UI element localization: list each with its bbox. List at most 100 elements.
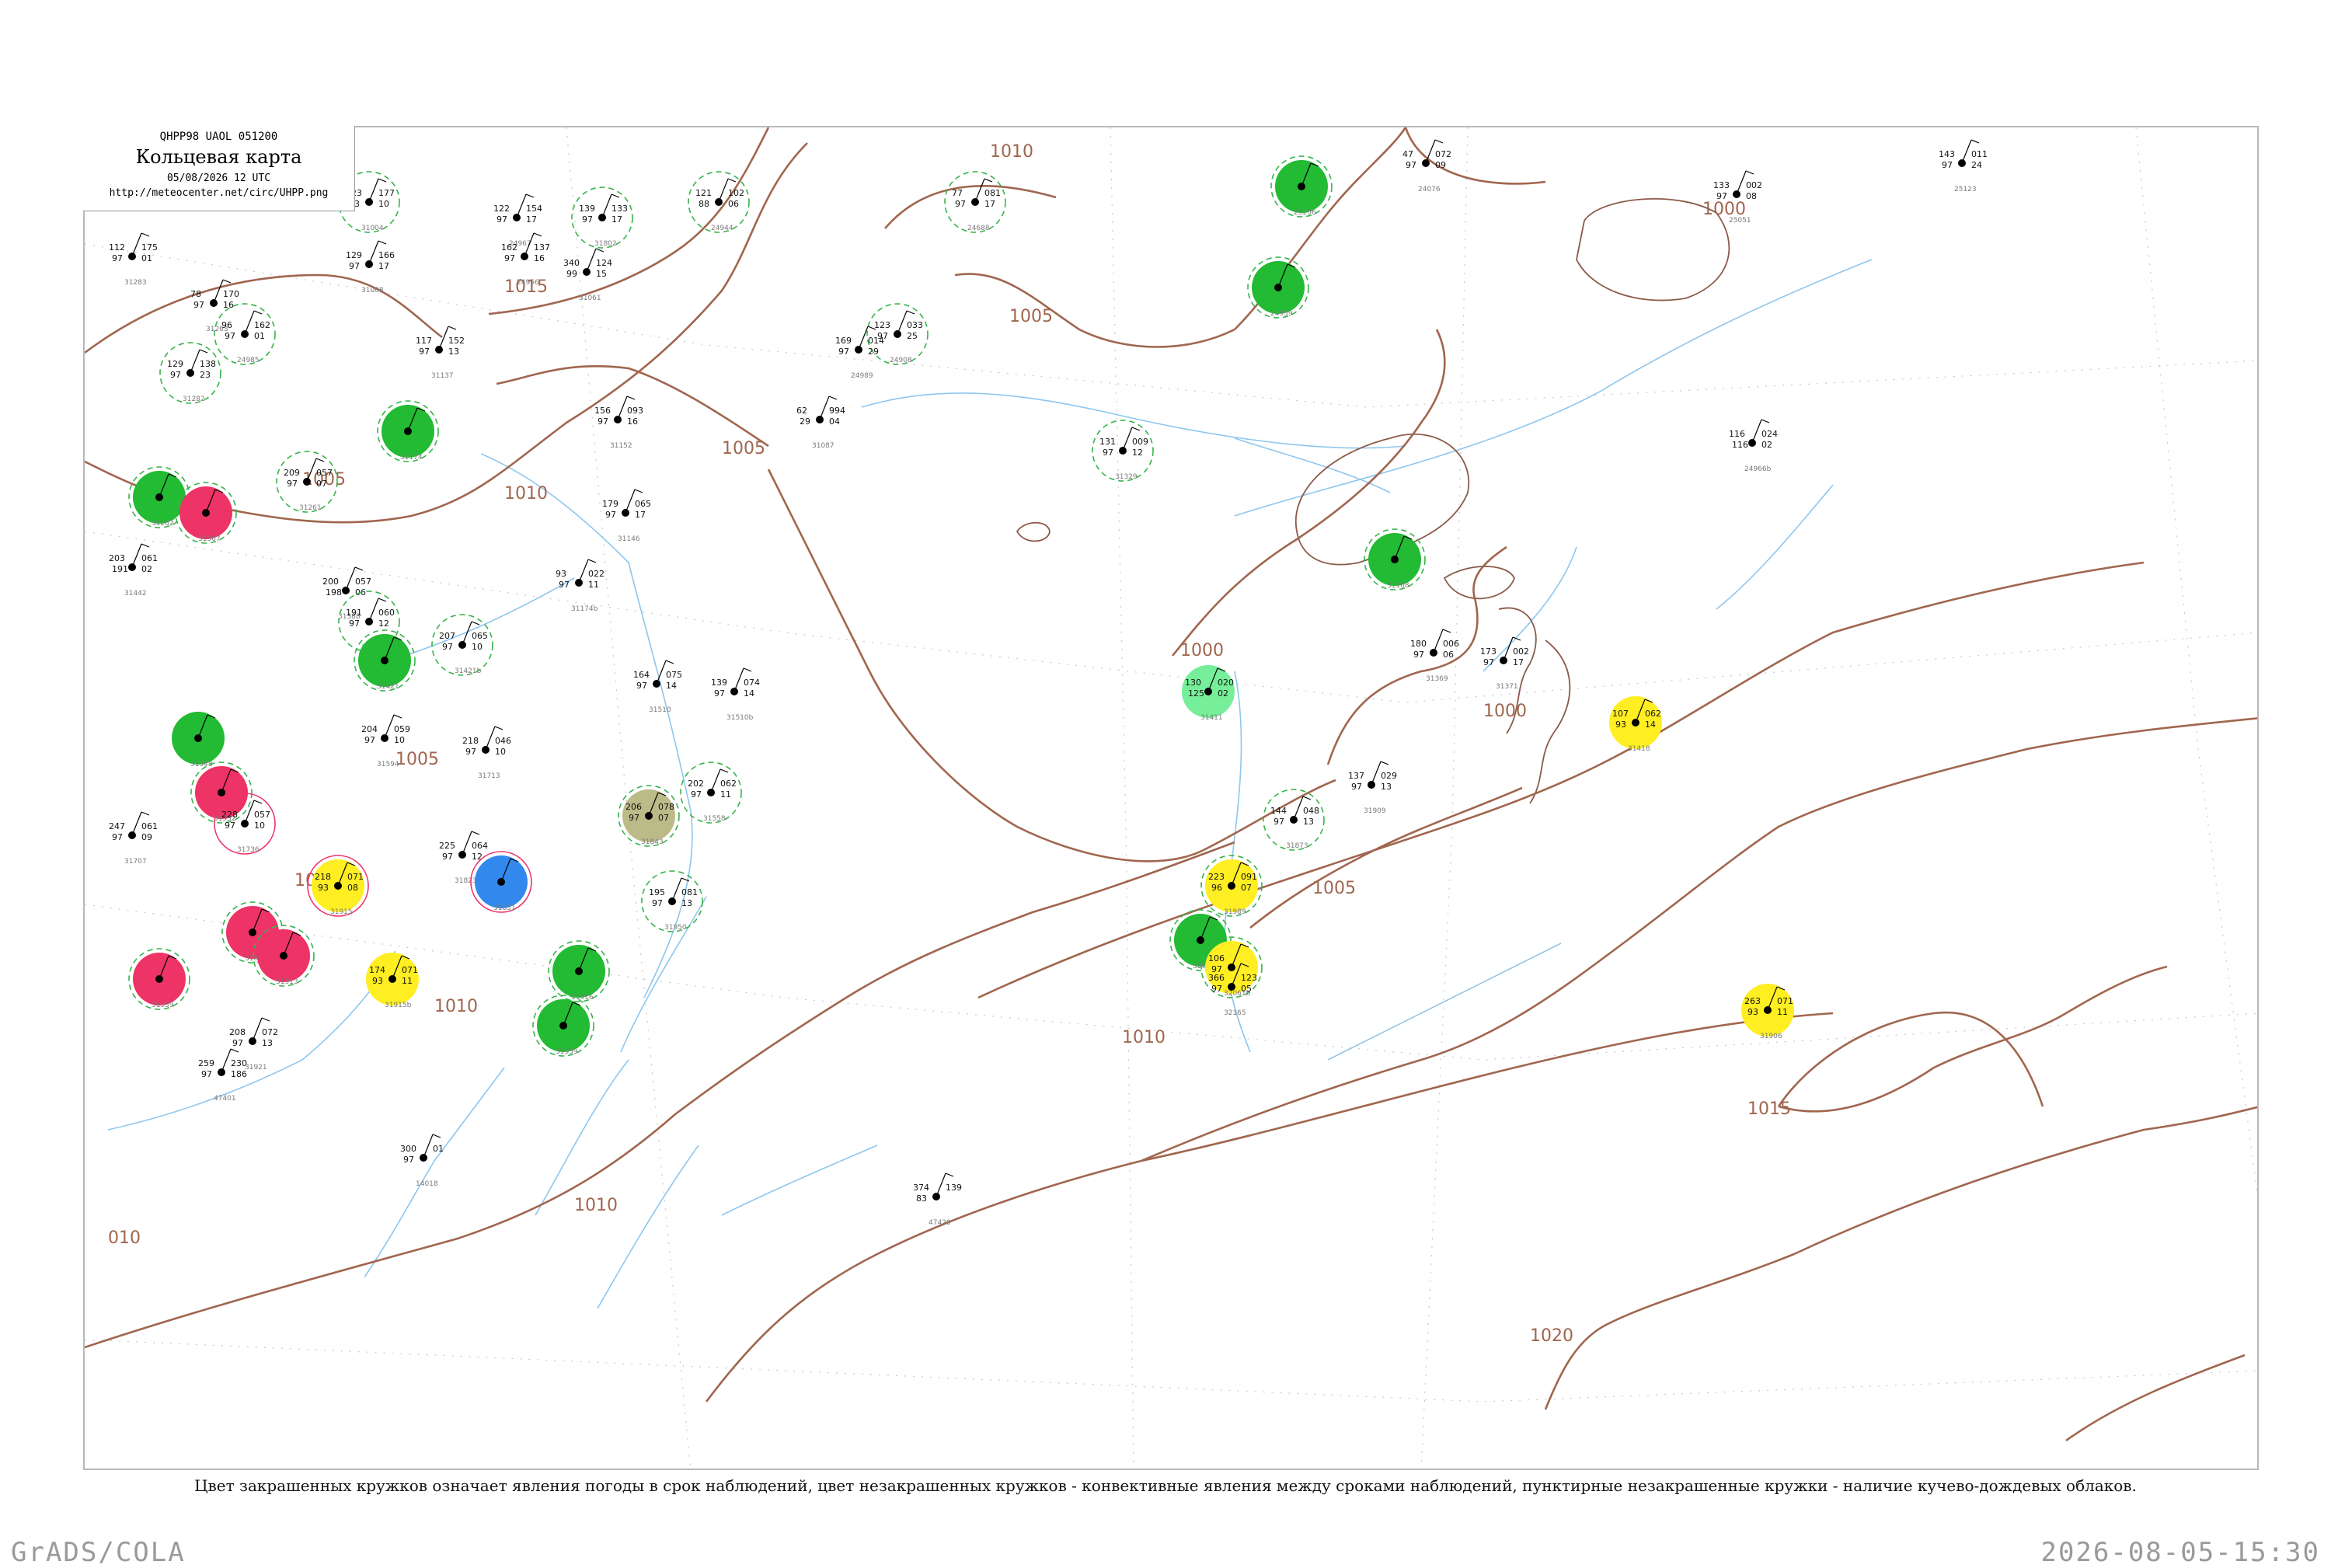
station-id: 31510b bbox=[726, 714, 754, 722]
station-31348[interactable]: 31348 bbox=[172, 712, 225, 768]
station-31873[interactable]: 14497 04813 31873 bbox=[1263, 789, 1325, 851]
station-24985[interactable]: 9697 16201 24985 bbox=[214, 303, 276, 365]
station-id: 31906 bbox=[1760, 1033, 1782, 1040]
wind-barb bbox=[1425, 139, 1436, 164]
station-dewpoint: 97 bbox=[691, 789, 702, 800]
station-24959[interactable]: 24959 bbox=[1247, 256, 1309, 319]
wind-barb bbox=[213, 279, 224, 304]
station-31421b[interactable]: 20797 06510 31421b bbox=[431, 614, 493, 676]
station-pressure: 175 bbox=[141, 242, 158, 253]
wind-barb bbox=[819, 395, 830, 420]
station-id: 31329 bbox=[1115, 473, 1138, 481]
station-31831[interactable]: 31831 bbox=[470, 851, 532, 913]
station-pressure: 002 bbox=[1513, 646, 1529, 657]
station-31061[interactable]: 34099 12415 31061 bbox=[563, 248, 612, 302]
wind-barb bbox=[462, 831, 472, 855]
station-31008[interactable]: 12997 16617 31008 bbox=[346, 240, 395, 294]
station-31802[interactable]: 13997 13317 31802 bbox=[571, 186, 633, 249]
station-dewpoint: 97 bbox=[652, 898, 663, 908]
station-temp: 131 bbox=[1099, 437, 1116, 447]
station-24967[interactable]: 122971541724967 bbox=[493, 193, 542, 248]
station-31168[interactable]: 31168 bbox=[1364, 528, 1426, 591]
station-24076[interactable]: 4797 07209 24076 bbox=[1402, 139, 1451, 193]
wind-feather bbox=[315, 458, 325, 462]
station-id: 31174b bbox=[571, 605, 598, 613]
source-url[interactable]: http://meteocenter.net/circ/UHPP.png bbox=[83, 187, 354, 199]
wind-feather bbox=[141, 232, 150, 237]
station-31915[interactable]: 21893 07108 31915 bbox=[307, 855, 369, 917]
isobar-label: 1010 bbox=[990, 142, 1033, 162]
station-dewpoint: 97 bbox=[1413, 650, 1424, 660]
station-31510[interactable]: 16497 07514 31510 bbox=[633, 660, 682, 714]
wind-barb bbox=[718, 178, 729, 203]
wind-barb bbox=[252, 1017, 263, 1042]
station-31959[interactable]: 31959 bbox=[532, 995, 594, 1057]
station-31442[interactable]: 203191 06102 31442 bbox=[109, 543, 158, 598]
station-25206[interactable]: 25206 bbox=[1270, 155, 1333, 218]
station-31558[interactable]: 20297 06211 31558 bbox=[680, 761, 742, 824]
station-31152[interactable]: 15697 09316 31152 bbox=[594, 395, 643, 450]
station-pressure: 230 bbox=[231, 1058, 247, 1068]
station-id: 25051 bbox=[1729, 217, 1751, 225]
wind-feather bbox=[199, 349, 208, 354]
station-31989[interactable]: 22396 09107 31989 bbox=[1200, 855, 1263, 917]
station-pressure: 091 bbox=[1241, 872, 1257, 882]
station-tendency: 17 bbox=[635, 510, 646, 520]
station-31421[interactable]: 31421 bbox=[354, 629, 416, 692]
station-31950[interactable]: 19597 08113 31950 bbox=[641, 870, 703, 932]
isobars bbox=[85, 127, 2257, 1442]
station-dewpoint: 97 bbox=[403, 1155, 414, 1165]
station-31707[interactable]: 24797 06109 31707 bbox=[109, 811, 158, 866]
station-temp: 112 bbox=[109, 242, 125, 253]
station-31329[interactable]: 13197 00912 31329 bbox=[1092, 420, 1154, 482]
station-temp: 139 bbox=[579, 204, 595, 214]
wind-barb bbox=[586, 248, 597, 273]
station-31418[interactable]: 10793 06214 31418 bbox=[1609, 696, 1662, 753]
station-31939[interactable]: 31939 bbox=[128, 948, 190, 1010]
station-47401[interactable]: 25997 230186 47401 bbox=[198, 1048, 247, 1103]
station-31909[interactable]: 13797 02913 31909 bbox=[1348, 761, 1397, 815]
station-dewpoint: 97 bbox=[442, 852, 453, 862]
station-31510b[interactable]: 13997 07414 31510b bbox=[711, 667, 760, 722]
station-temp: 130 bbox=[1185, 678, 1201, 688]
station-pressure: 071 bbox=[347, 872, 364, 882]
station-pressure: 081 bbox=[984, 188, 1001, 198]
station-31087[interactable]: 6229 99404 31087 bbox=[796, 395, 845, 450]
station-pressure: 072 bbox=[1435, 149, 1451, 159]
station-dewpoint: 93 bbox=[1615, 720, 1626, 730]
station-id: 31909 bbox=[1364, 807, 1386, 815]
station-dewpoint: 97 bbox=[225, 331, 235, 341]
station-tendency: 11 bbox=[720, 789, 731, 800]
wind-feather bbox=[448, 326, 457, 330]
station-31915b[interactable]: 17493 07111 31915b bbox=[366, 953, 419, 1009]
station-31369[interactable]: 18097 00606 31369 bbox=[1410, 629, 1459, 683]
station-pressure: 029 bbox=[1381, 771, 1397, 781]
station-24688[interactable]: 7797 08117 24688 bbox=[944, 171, 1006, 233]
station-31916[interactable]: 31916 bbox=[548, 940, 610, 1002]
station-dewpoint: 97 bbox=[1406, 160, 1416, 170]
station-31137[interactable]: 11797 15213 31137 bbox=[416, 326, 465, 380]
station-pressure: 009 bbox=[1132, 437, 1148, 447]
station-31146[interactable]: 17997 06517 31146 bbox=[602, 489, 651, 543]
generation-timestamp: 2026-08-05-15:30 bbox=[2040, 1537, 2320, 1568]
isobar-labels: 1010 1015 1005 1010 1005 1005 1000 1000 … bbox=[108, 142, 1791, 1346]
wind-barb bbox=[578, 559, 589, 584]
station-temp: 218 bbox=[315, 872, 331, 882]
station-31713[interactable]: 21897 04610 31713 bbox=[462, 726, 511, 780]
station-25123[interactable]: 14397 01124 25123 bbox=[1939, 139, 1988, 193]
station-31411[interactable]: 130125 02002 31411 bbox=[1182, 665, 1235, 722]
isobar-label: 1015 bbox=[1747, 1099, 1791, 1119]
station-31174[interactable]: 31174 bbox=[377, 400, 439, 462]
station-31283[interactable]: 11297 17501 31283 bbox=[109, 232, 158, 287]
station-31906[interactable]: 26393 07111 31906 bbox=[1741, 984, 1794, 1040]
station-id: 24688 bbox=[967, 225, 990, 232]
station-31843[interactable]: 20697 07807 31843 bbox=[618, 785, 680, 847]
station-24966b[interactable]: 116116 02402 24966b bbox=[1729, 419, 1778, 473]
wind-barb bbox=[601, 193, 612, 218]
station-31174b[interactable]: 9397 02211 31174b bbox=[556, 559, 605, 613]
station-pressure: 033 bbox=[907, 320, 923, 330]
station-31282[interactable]: 12997 13823 31282 bbox=[159, 342, 221, 404]
station-14018[interactable]: 30097 01 14018 bbox=[400, 1134, 444, 1188]
station-dewpoint: 97 bbox=[465, 747, 476, 757]
isobar-label: 1020 bbox=[1530, 1326, 1573, 1346]
